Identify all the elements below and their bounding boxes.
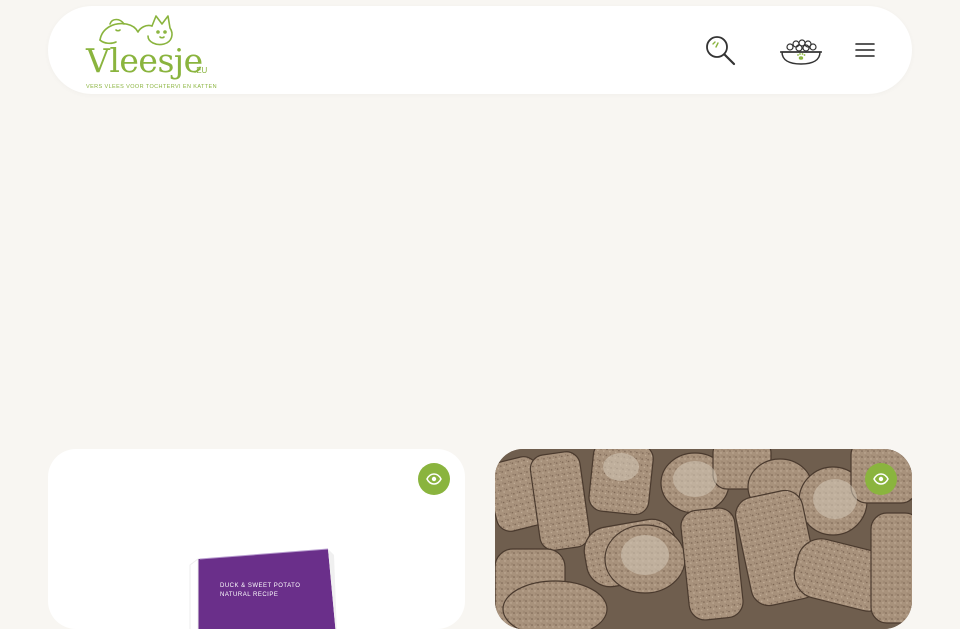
search-icon — [706, 36, 736, 66]
hamburger-menu-icon — [855, 43, 875, 57]
eye-icon — [426, 473, 442, 485]
menu-button[interactable] — [854, 40, 876, 60]
cart-button[interactable] — [779, 34, 823, 68]
package-label-line: DUCK & SWEET POTATO — [220, 583, 301, 589]
quick-view-button[interactable] — [865, 463, 897, 495]
package-label-line: NATURAL RECIPE — [220, 592, 279, 598]
logo-domain-suffix: .EU — [194, 66, 208, 75]
site-logo[interactable]: Vleesje .EU Vers vlees voor Tochtervi en… — [86, 14, 217, 90]
quick-view-button[interactable] — [418, 463, 450, 495]
product-card[interactable]: DUCK & SWEET POTATO NATURAL RECIPE — [48, 449, 465, 629]
logo-tagline: Vers vlees voor Tochtervi en katten — [86, 84, 217, 90]
logo-wordmark: Vleesje — [86, 41, 203, 80]
eye-icon — [873, 473, 889, 485]
site-header: Vleesje .EU Vers vlees voor Tochtervi en… — [48, 6, 912, 94]
product-card[interactable] — [495, 449, 912, 629]
food-bowl-icon — [780, 39, 822, 65]
product-image: DUCK & SWEET POTATO NATURAL RECIPE — [188, 545, 338, 629]
product-image — [495, 449, 912, 629]
search-button[interactable] — [704, 34, 738, 68]
